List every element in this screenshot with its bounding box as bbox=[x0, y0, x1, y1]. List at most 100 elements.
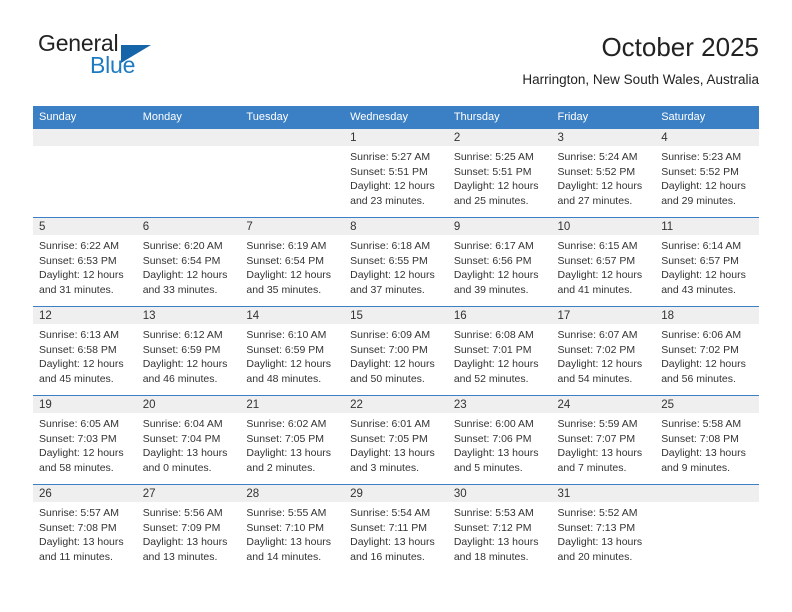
sunset-text: Sunset: 7:12 PM bbox=[453, 521, 532, 534]
daylight-text-line2: and 11 minutes. bbox=[39, 550, 113, 563]
day-cell-inner: 19 Sunrise: 6:05 AM Sunset: 7:03 PM Dayligh… bbox=[33, 396, 137, 484]
daylight-text-line2: and 52 minutes. bbox=[453, 372, 529, 385]
calendar-day-cell bbox=[240, 128, 345, 218]
daylight-text-line2: and 2 minutes. bbox=[246, 461, 316, 474]
day-cell-inner: 13 Sunrise: 6:12 AM Sunset: 6:59 PM Dayligh… bbox=[136, 307, 241, 395]
calendar-day-cell[interactable]: 20 Sunrise: 6:04 AM Sunset: 7:04 PM Dayligh… bbox=[136, 395, 241, 485]
calendar-day-cell[interactable]: 22 Sunrise: 6:01 AM Sunset: 7:05 PM Dayligh… bbox=[344, 395, 448, 485]
daylight-text-line2: and 54 minutes. bbox=[557, 372, 633, 385]
sunset-text: Sunset: 6:55 PM bbox=[350, 254, 428, 267]
calendar-day-cell[interactable]: 5 Sunrise: 6:22 AM Sunset: 6:53 PM Daylight… bbox=[33, 217, 137, 307]
calendar-day-cell[interactable]: 2 Sunrise: 5:25 AM Sunset: 5:51 PM Daylight… bbox=[447, 128, 552, 218]
calendar-day-cell[interactable]: 14 Sunrise: 6:10 AM Sunset: 6:59 PM Dayligh… bbox=[240, 306, 345, 396]
calendar-day-cell[interactable]: 10 Sunrise: 6:15 AM Sunset: 6:57 PM Dayligh… bbox=[551, 217, 656, 307]
sunrise-text: Sunrise: 5:55 AM bbox=[246, 507, 327, 519]
day-number: 20 bbox=[136, 396, 241, 413]
calendar-day-cell[interactable]: 6 Sunrise: 6:20 AM Sunset: 6:54 PM Daylight… bbox=[136, 217, 241, 307]
day-details: Sunrise: 5:54 AM Sunset: 7:11 PM Daylight:… bbox=[344, 502, 448, 564]
general-blue-logo[interactable]: General Blue bbox=[33, 30, 253, 88]
daylight-text-line2: and 25 minutes. bbox=[453, 194, 529, 207]
calendar-day-cell[interactable]: 26 Sunrise: 5:57 AM Sunset: 7:08 PM Dayligh… bbox=[33, 484, 137, 573]
sunrise-text: Sunrise: 6:00 AM bbox=[453, 418, 534, 430]
daylight-text-line2: and 39 minutes. bbox=[453, 283, 529, 296]
calendar-day-cell[interactable]: 3 Sunrise: 5:24 AM Sunset: 5:52 PM Daylight… bbox=[551, 128, 656, 218]
sunset-text: Sunset: 5:51 PM bbox=[453, 165, 532, 178]
calendar-day-cell[interactable]: 19 Sunrise: 6:05 AM Sunset: 7:03 PM Dayligh… bbox=[33, 395, 137, 485]
day-cell-inner: 15 Sunrise: 6:09 AM Sunset: 7:00 PM Dayligh… bbox=[344, 307, 448, 395]
day-details: Sunrise: 5:24 AM Sunset: 5:52 PM Daylight:… bbox=[552, 146, 656, 208]
weekday-header-sunday: Sunday bbox=[33, 106, 137, 129]
day-number: 19 bbox=[33, 396, 137, 413]
daylight-text-line1: Daylight: 13 hours bbox=[350, 447, 435, 459]
calendar-day-cell[interactable]: 27 Sunrise: 5:56 AM Sunset: 7:09 PM Dayligh… bbox=[136, 484, 241, 573]
calendar-day-cell[interactable]: 31 Sunrise: 5:52 AM Sunset: 7:13 PM Dayligh… bbox=[551, 484, 656, 573]
daylight-text-line1: Daylight: 13 hours bbox=[39, 536, 124, 548]
sunrise-text: Sunrise: 6:22 AM bbox=[39, 240, 119, 252]
calendar-day-cell[interactable]: 21 Sunrise: 6:02 AM Sunset: 7:05 PM Dayligh… bbox=[240, 395, 345, 485]
day-cell-inner: 3 Sunrise: 5:24 AM Sunset: 5:52 PM Daylight… bbox=[551, 129, 656, 217]
day-number: 4 bbox=[655, 129, 759, 146]
day-cell-inner: 18 Sunrise: 6:06 AM Sunset: 7:02 PM Dayligh… bbox=[655, 307, 759, 395]
sunrise-text: Sunrise: 5:52 AM bbox=[557, 507, 638, 519]
calendar-day-cell[interactable]: 13 Sunrise: 6:12 AM Sunset: 6:59 PM Dayligh… bbox=[136, 306, 241, 396]
day-number: 30 bbox=[447, 485, 552, 502]
day-cell-inner: 8 Sunrise: 6:18 AM Sunset: 6:55 PM Daylight… bbox=[344, 218, 448, 306]
day-details: Sunrise: 6:15 AM Sunset: 6:57 PM Daylight:… bbox=[552, 235, 656, 297]
calendar-day-cell[interactable]: 12 Sunrise: 6:13 AM Sunset: 6:58 PM Dayligh… bbox=[33, 306, 137, 396]
sunset-text: Sunset: 7:05 PM bbox=[350, 432, 428, 445]
sunset-text: Sunset: 7:11 PM bbox=[350, 521, 427, 534]
day-details: Sunrise: 5:59 AM Sunset: 7:07 PM Daylight:… bbox=[552, 413, 656, 475]
calendar-day-cell[interactable]: 9 Sunrise: 6:17 AM Sunset: 6:56 PM Daylight… bbox=[447, 217, 552, 307]
day-number bbox=[136, 129, 241, 146]
calendar-day-cell[interactable]: 30 Sunrise: 5:53 AM Sunset: 7:12 PM Dayligh… bbox=[447, 484, 552, 573]
day-details: Sunrise: 6:08 AM Sunset: 7:01 PM Daylight:… bbox=[448, 324, 552, 386]
day-details: Sunrise: 6:02 AM Sunset: 7:05 PM Daylight:… bbox=[240, 413, 344, 475]
day-details: Sunrise: 6:17 AM Sunset: 6:56 PM Daylight:… bbox=[448, 235, 552, 297]
calendar-day-cell[interactable]: 1 Sunrise: 5:27 AM Sunset: 5:51 PM Daylight… bbox=[344, 128, 448, 218]
sunset-text: Sunset: 7:07 PM bbox=[557, 432, 636, 445]
sunrise-text: Sunrise: 5:56 AM bbox=[142, 507, 223, 519]
sunset-text: Sunset: 6:58 PM bbox=[39, 343, 117, 356]
day-number: 12 bbox=[33, 307, 137, 324]
day-number: 13 bbox=[136, 307, 241, 324]
calendar-day-cell[interactable]: 29 Sunrise: 5:54 AM Sunset: 7:11 PM Dayligh… bbox=[344, 484, 448, 573]
daylight-text-line2: and 29 minutes. bbox=[661, 194, 736, 207]
daylight-text-line1: Daylight: 12 hours bbox=[350, 269, 435, 281]
calendar-day-cell[interactable]: 24 Sunrise: 5:59 AM Sunset: 7:07 PM Dayligh… bbox=[551, 395, 656, 485]
day-details: Sunrise: 5:55 AM Sunset: 7:10 PM Daylight:… bbox=[240, 502, 344, 564]
daylight-text-line2: and 58 minutes. bbox=[39, 461, 114, 474]
sunrise-text: Sunrise: 5:24 AM bbox=[557, 151, 638, 163]
calendar-day-cell[interactable]: 18 Sunrise: 6:06 AM Sunset: 7:02 PM Dayligh… bbox=[655, 306, 759, 396]
day-number: 9 bbox=[447, 218, 552, 235]
calendar-day-cell[interactable]: 8 Sunrise: 6:18 AM Sunset: 6:55 PM Daylight… bbox=[344, 217, 448, 307]
calendar-day-cell[interactable]: 16 Sunrise: 6:08 AM Sunset: 7:01 PM Dayligh… bbox=[447, 306, 552, 396]
calendar-day-cell[interactable]: 23 Sunrise: 6:00 AM Sunset: 7:06 PM Dayligh… bbox=[447, 395, 552, 485]
calendar-day-cell[interactable]: 15 Sunrise: 6:09 AM Sunset: 7:00 PM Dayligh… bbox=[344, 306, 448, 396]
day-cell-inner: 28 Sunrise: 5:55 AM Sunset: 7:10 PM Dayligh… bbox=[240, 485, 345, 573]
sunrise-text: Sunrise: 6:18 AM bbox=[350, 240, 431, 252]
day-details: Sunrise: 6:06 AM Sunset: 7:02 PM Daylight:… bbox=[655, 324, 759, 386]
calendar-day-cell[interactable]: 4 Sunrise: 5:23 AM Sunset: 5:52 PM Daylight… bbox=[655, 128, 759, 218]
calendar-day-cell[interactable]: 7 Sunrise: 6:19 AM Sunset: 6:54 PM Daylight… bbox=[240, 217, 345, 307]
title-block: October 2025 Harrington, New South Wales… bbox=[522, 30, 759, 90]
sunrise-text: Sunrise: 6:12 AM bbox=[142, 329, 223, 341]
daylight-text-line1: Daylight: 13 hours bbox=[246, 447, 332, 459]
sunrise-text: Sunrise: 5:58 AM bbox=[661, 418, 742, 430]
weekday-header-friday: Friday bbox=[551, 106, 656, 129]
calendar-week-row: 19 Sunrise: 6:05 AM Sunset: 7:03 PM Dayligh… bbox=[33, 395, 759, 485]
daylight-text-line1: Daylight: 13 hours bbox=[557, 447, 643, 459]
daylight-text-line1: Daylight: 12 hours bbox=[142, 358, 228, 370]
day-cell-inner: 16 Sunrise: 6:08 AM Sunset: 7:01 PM Dayligh… bbox=[447, 307, 552, 395]
sunset-text: Sunset: 6:59 PM bbox=[246, 343, 325, 356]
calendar-page: General Blue October 2025 Harrington, Ne… bbox=[0, 0, 792, 612]
daylight-text-line1: Daylight: 13 hours bbox=[142, 447, 228, 459]
calendar-day-cell[interactable]: 25 Sunrise: 5:58 AM Sunset: 7:08 PM Dayligh… bbox=[655, 395, 759, 485]
calendar-day-cell[interactable]: 17 Sunrise: 6:07 AM Sunset: 7:02 PM Dayligh… bbox=[551, 306, 656, 396]
sunset-text: Sunset: 6:57 PM bbox=[661, 254, 739, 267]
page-header: General Blue October 2025 Harrington, Ne… bbox=[33, 30, 759, 100]
weekday-header-monday: Monday bbox=[136, 106, 241, 129]
calendar-day-cell[interactable]: 11 Sunrise: 6:14 AM Sunset: 6:57 PM Dayligh… bbox=[655, 217, 759, 307]
day-number: 27 bbox=[136, 485, 241, 502]
calendar-day-cell[interactable]: 28 Sunrise: 5:55 AM Sunset: 7:10 PM Dayligh… bbox=[240, 484, 345, 573]
day-details: Sunrise: 6:19 AM Sunset: 6:54 PM Daylight:… bbox=[240, 235, 344, 297]
